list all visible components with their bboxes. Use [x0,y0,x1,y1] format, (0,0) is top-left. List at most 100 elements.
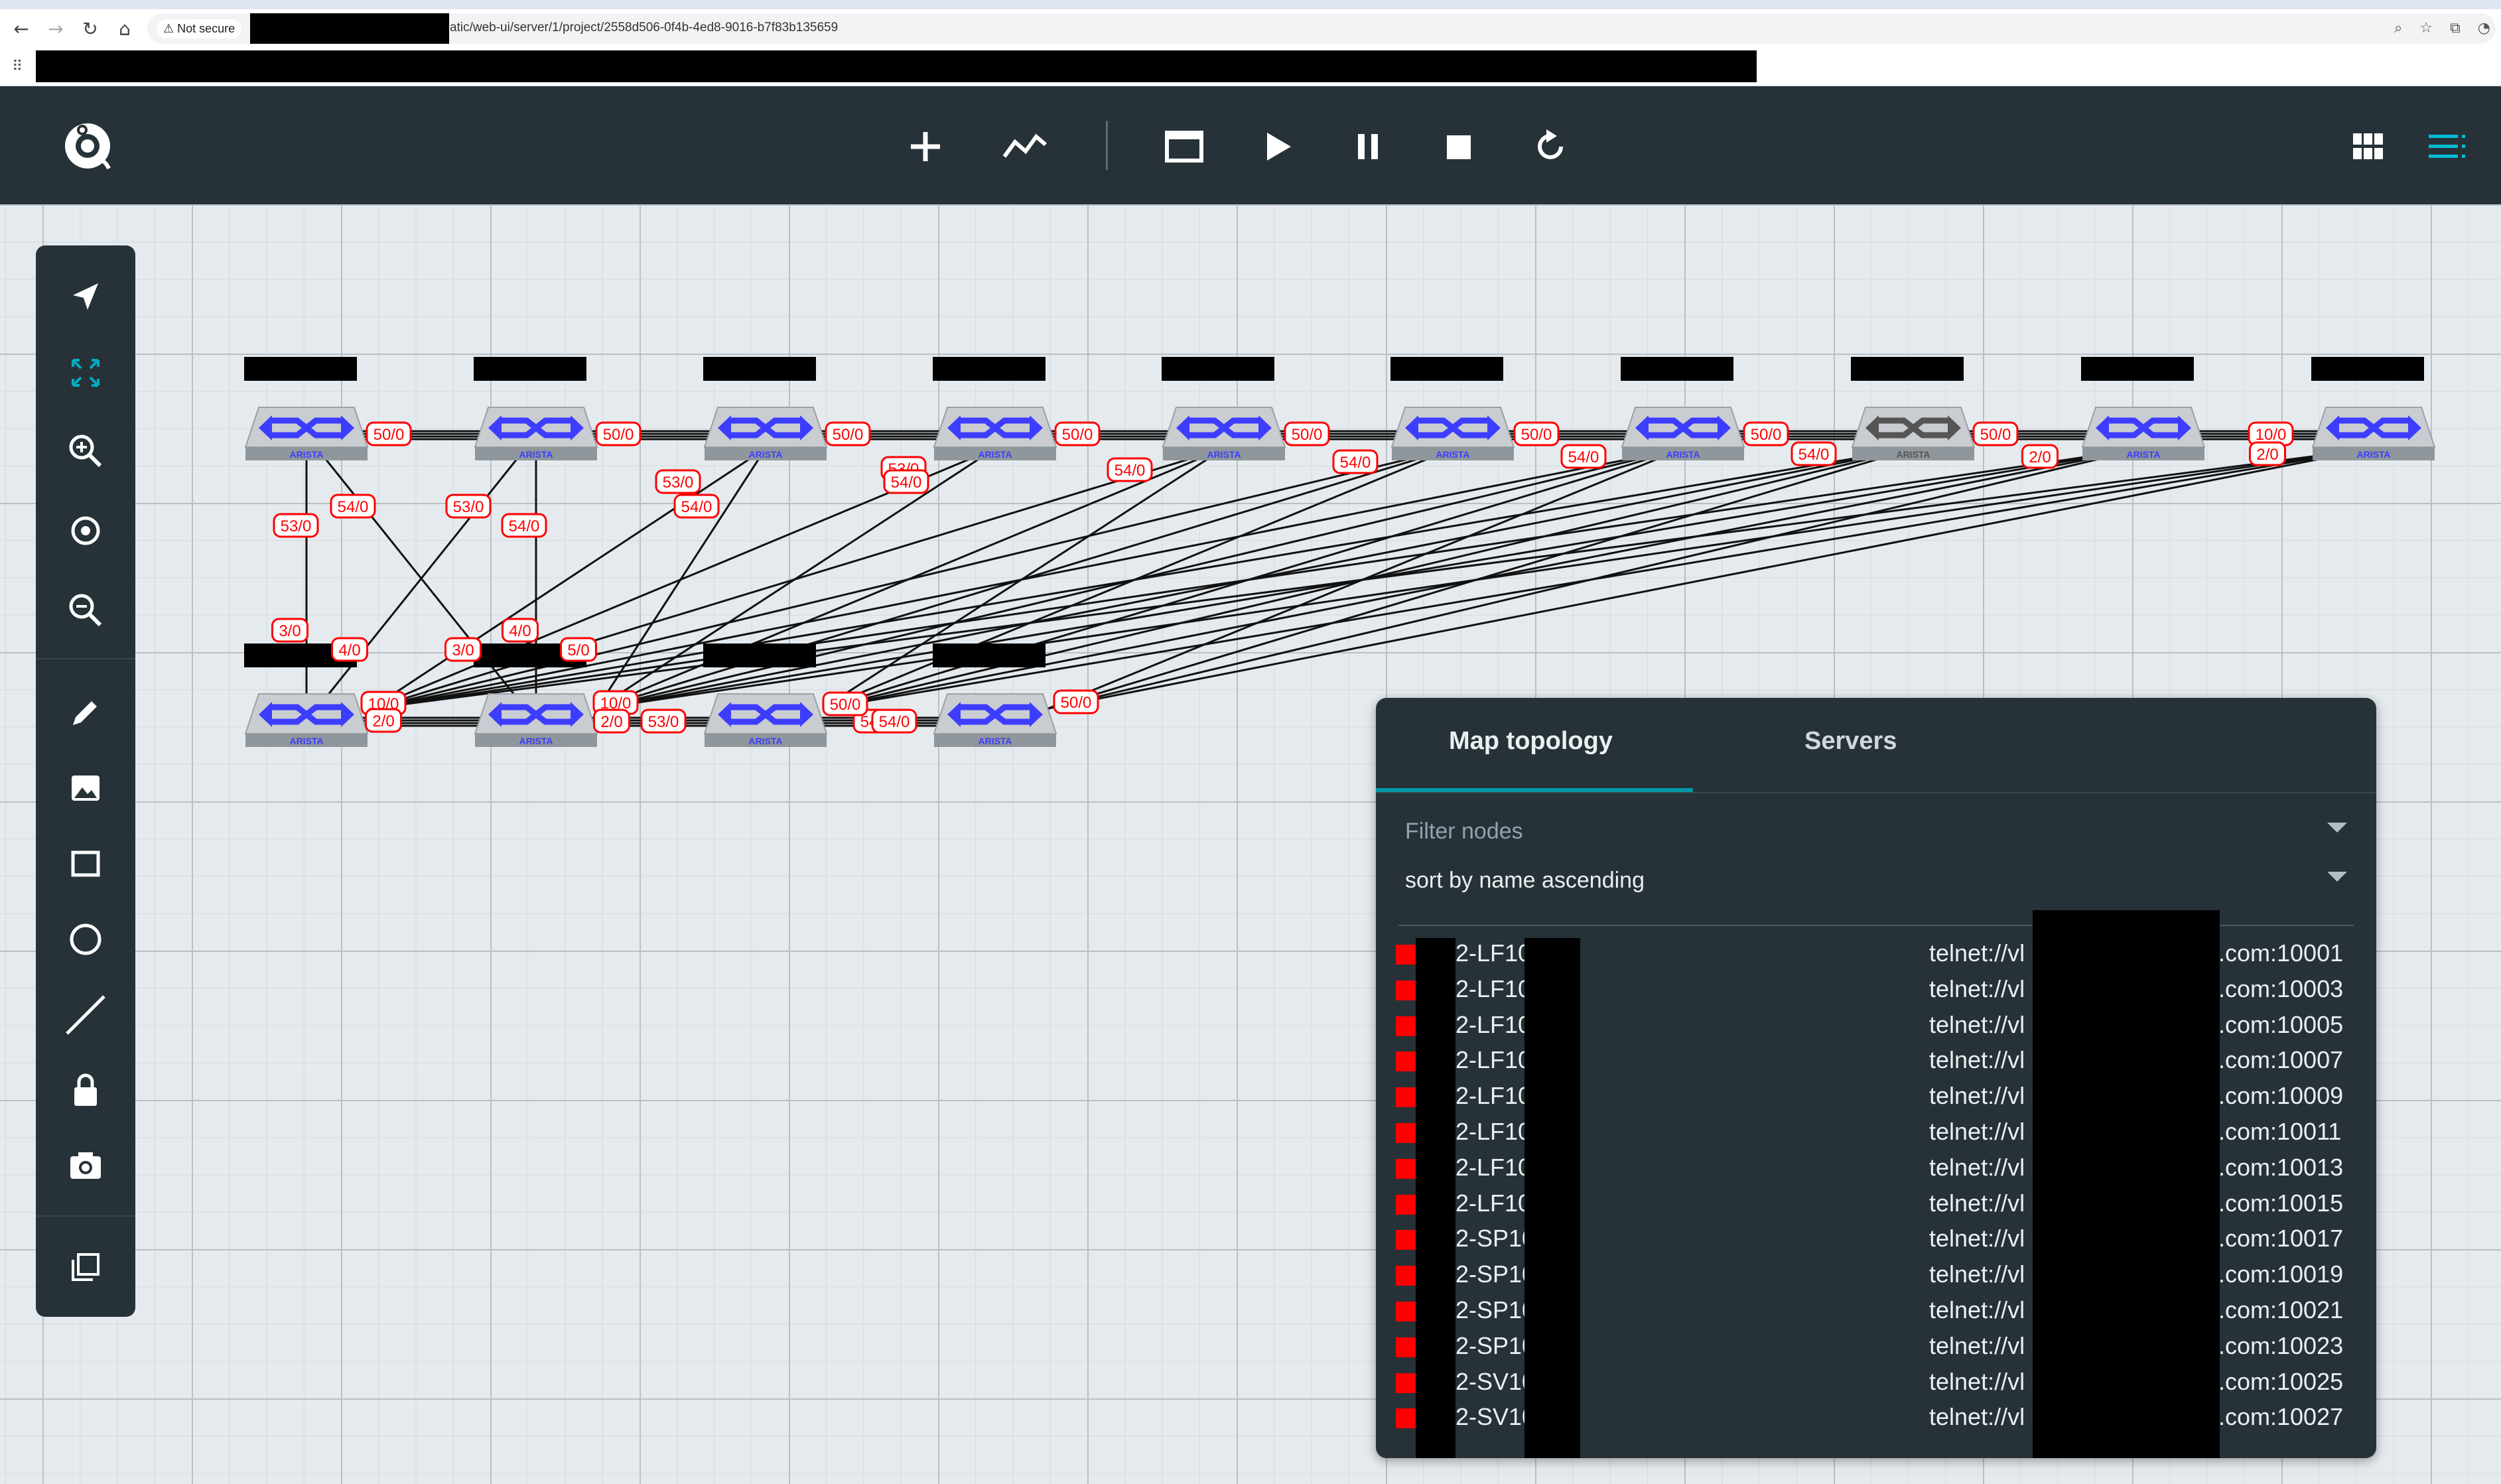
link-label-text: 10/0 [2256,426,2287,444]
link-label: 54/0 [871,708,917,734]
node-console-suffix[interactable]: .com:10001 [2218,939,2343,967]
node-console-suffix[interactable]: .com:10015 [2218,1189,2343,1217]
topology-summary-panel: Map topology Servers Filter nodes sort b… [1376,698,2376,1458]
node-name[interactable]: 2-SV10 [1455,1368,1535,1396]
node-console-prefix[interactable]: telnet://vl [1929,1154,2025,1181]
link-label: 54/0 [673,494,720,519]
lock-icon[interactable] [59,1064,112,1117]
node-name[interactable]: 2-LF10 [1455,1082,1531,1110]
node-label-redaction [703,357,816,381]
arista-switch-node[interactable]: ARISTA [933,643,1057,747]
node-console-prefix[interactable]: telnet://vl [1929,1403,2025,1431]
arista-switch-node[interactable]: ARISTA [1621,357,1745,460]
node-console-prefix[interactable]: telnet://vl [1929,1046,2025,1074]
line-icon[interactable] [59,988,112,1042]
arista-switch-node[interactable]: ARISTA [933,357,1057,460]
node-console-suffix[interactable]: .com:10017 [2218,1225,2343,1252]
node-name[interactable]: 2-SV10 [1455,1403,1535,1431]
node-status-stopped [1396,1373,1416,1393]
node-name[interactable]: 2-LF10 [1455,1118,1531,1146]
node-console-suffix[interactable]: .com:10023 [2218,1332,2343,1360]
arista-switch-node[interactable]: ARISTA [703,357,828,460]
screenshot-icon[interactable] [59,1138,112,1191]
arista-switch-node[interactable]: ARISTA [1162,357,1286,460]
node-name[interactable]: 2-SP10 [1455,1296,1535,1324]
node-console-suffix[interactable]: .com:10011 [2218,1118,2341,1146]
arista-switch-node[interactable]: ARISTA [244,357,369,460]
node-console-suffix[interactable]: .com:10021 [2218,1296,2343,1324]
layers-icon[interactable] [59,1241,112,1294]
node-name[interactable]: 2-SP10 [1455,1225,1535,1252]
rectangle-icon[interactable] [59,837,112,890]
sort-nodes-select[interactable]: sort by name ascending [1405,868,2347,908]
reset-zoom-icon[interactable] [59,504,112,557]
node-console-prefix[interactable]: telnet://vl [1929,1225,2025,1252]
node-console-suffix[interactable]: .com:10019 [2218,1260,2343,1288]
node-console-suffix[interactable]: .com:10013 [2218,1154,2343,1181]
arista-switch-node[interactable]: ARISTA [474,357,598,460]
node-console-prefix[interactable]: telnet://vl [1929,1118,2025,1146]
arista-switch-node[interactable]: ARISTA [1390,357,1515,460]
link-label-text: 54/0 [338,498,369,516]
node-console-suffix[interactable]: .com:10025 [2218,1368,2343,1396]
switch-brand-label: ARISTA [1666,449,1700,460]
node-label-redaction [1851,357,1964,381]
link-label: 3/0 [444,637,482,662]
link-label: 54/0 [330,494,376,519]
node-console-prefix[interactable]: telnet://vl [1929,1332,2025,1360]
node-name[interactable]: 2-SP10 [1455,1260,1535,1288]
node-console-prefix[interactable]: telnet://vl [1929,1082,2025,1110]
link-label: 4/0 [502,618,539,643]
node-console-prefix[interactable]: telnet://vl [1929,1011,2025,1039]
switch-brand-label: ARISTA [748,449,782,460]
link-label-text: 5/0 [567,641,589,659]
node-console-prefix[interactable]: telnet://vl [1929,1368,2025,1396]
pointer-icon[interactable] [59,271,112,324]
image-icon[interactable] [59,762,112,815]
link-label-text: 2/0 [372,712,394,730]
arista-switch-node[interactable]: ARISTA [2311,357,2436,460]
zoom-in-icon[interactable] [59,425,112,478]
node-name[interactable]: 2-LF10 [1455,1189,1531,1217]
node-console-prefix[interactable]: telnet://vl [1929,939,2025,967]
link-label-text: 3/0 [452,641,474,659]
node-name[interactable]: 2-LF10 [1455,939,1531,967]
link-label: 50/0 [366,421,412,446]
node-name[interactable]: 2-SP10 [1455,1332,1535,1360]
node-console-prefix[interactable]: telnet://vl [1929,1260,2025,1288]
node-console-prefix[interactable]: telnet://vl [1929,975,2025,1003]
link-label: 2/0 [2021,444,2059,469]
node-console-suffix[interactable]: .com:10003 [2218,975,2343,1003]
link-label: 54/0 [1791,441,1837,466]
node-name[interactable]: 2-LF10 [1455,1011,1531,1039]
node-name[interactable]: 2-LF10 [1455,1046,1531,1074]
node-console-prefix[interactable]: telnet://vl [1929,1189,2025,1217]
link-label: 54/0 [501,513,547,538]
node-console-prefix[interactable]: telnet://vl [1929,1296,2025,1324]
tool-separator [36,658,135,659]
link-label: 50/0 [1743,421,1789,446]
arista-switch-node[interactable]: ARISTA [703,643,828,747]
node-label-redaction [1621,357,1733,381]
node-status-stopped [1396,1266,1416,1286]
diagonal-link [371,447,2144,710]
node-name[interactable]: 2-LF10 [1455,975,1531,1003]
filter-nodes-select[interactable]: Filter nodes [1405,819,2347,858]
node-console-suffix[interactable]: .com:10009 [2218,1082,2343,1110]
node-console-suffix[interactable]: .com:10027 [2218,1403,2343,1431]
switch-brand-label: ARISTA [2356,449,2390,460]
ellipse-icon[interactable] [59,913,112,966]
switch-brand-label: ARISTA [978,449,1012,460]
switch-brand-label: ARISTA [748,736,782,746]
tab-map-topology[interactable]: Map topology [1449,727,1613,756]
node-console-suffix[interactable]: .com:10005 [2218,1011,2343,1039]
zoom-out-icon[interactable] [59,584,112,637]
tab-servers[interactable]: Servers [1804,727,1897,756]
arista-switch-node[interactable]: ARISTA [1851,357,1976,460]
edit-icon[interactable] [59,686,112,739]
node-name[interactable]: 2-LF10 [1455,1154,1531,1181]
fit-to-screen-icon[interactable] [59,346,112,399]
arista-switch-node[interactable]: ARISTA [2081,357,2206,460]
switch-brand-label: ARISTA [2126,449,2160,460]
node-console-suffix[interactable]: .com:10007 [2218,1046,2343,1074]
